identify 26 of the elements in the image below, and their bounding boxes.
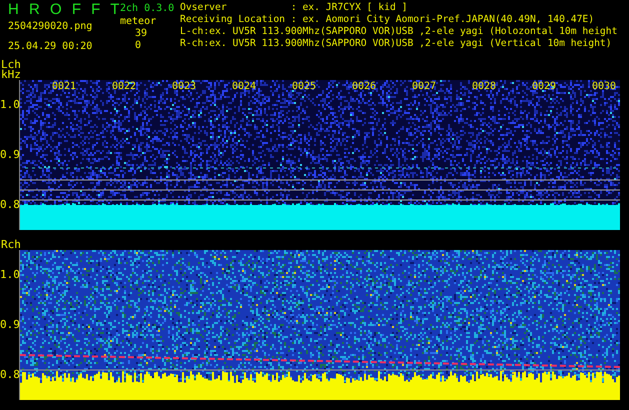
axis-label: 0.8 [0,369,20,381]
time-label: 0028 [472,81,498,93]
time-label: 0027 [412,81,438,93]
unit-label: kHz [1,70,22,80]
info-line: Receiving Location : ex. Aomori City Aomori-Pref.JAPAN(40.49N, 140.47E) [180,14,596,26]
info-line: R-ch:ex. UV5R 113.900Mhz(SAPPORO VOR)USB ,2-ele yagi (Vertical 10m height) [180,38,613,50]
file-name: 2504290020.png [8,20,94,34]
app-logo: H R O F F T [8,2,120,18]
axis-label: 0.9 [0,319,20,331]
time-label: 0030 [592,81,618,93]
time-label: 0022 [112,81,138,93]
time-label: 0021 [52,81,78,93]
timestamp: 25.04.29 00:20 [8,40,94,54]
axis-label: 0.9 [0,149,20,161]
mode-label: meteor [120,16,156,28]
axis-label: 1.0 [0,269,20,281]
channel-label: Rch [1,240,22,250]
time-label: 0024 [232,81,258,93]
version-label: 2ch 0.3.0 [120,2,174,16]
meteor-count: 0 [134,40,142,52]
axis-label: 0.8 [0,199,20,211]
channel-label: Lch [1,60,22,70]
info-line: Ovserver : ex. JR7CYX [ kid ] [180,2,408,14]
meteor-count: 39 [134,28,148,40]
axis-label: 1.0 [0,99,20,111]
info-line: L-ch:ex. UV5R 113.900Mhz(SAPPORO VOR)USB ,2-ele yagi (Holozontal 10m height [180,26,618,38]
